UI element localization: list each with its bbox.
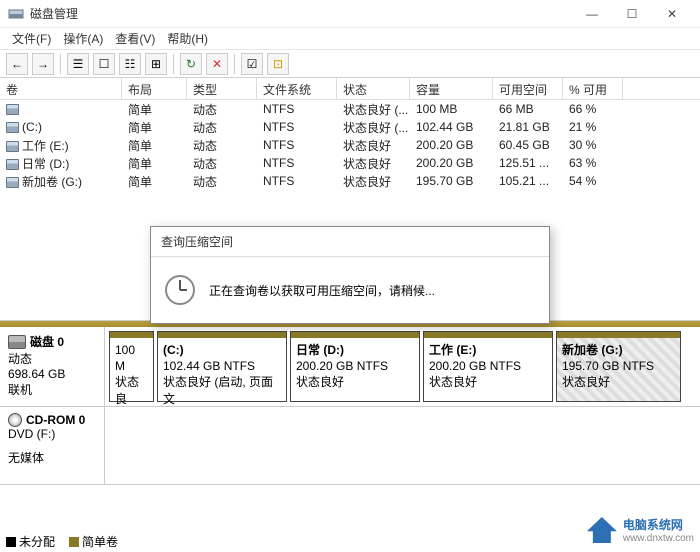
watermark-logo-icon: [587, 517, 617, 543]
menu-help[interactable]: 帮助(H): [161, 28, 214, 49]
volume-list: 卷 布局 类型 文件系统 状态 容量 可用空间 % 可用 简单动态NTFS状态良…: [0, 78, 700, 190]
disk0-type: 动态: [8, 350, 96, 367]
delete-button[interactable]: ✕: [206, 53, 228, 75]
forward-button[interactable]: →: [32, 53, 54, 75]
menu-bar: 文件(F) 操作(A) 查看(V) 帮助(H): [0, 28, 700, 50]
disk0-size: 698.64 GB: [8, 367, 96, 381]
toolbar-btn-4[interactable]: ⊞: [145, 53, 167, 75]
close-button[interactable]: ✕: [652, 0, 692, 28]
menu-action[interactable]: 操作(A): [57, 28, 109, 49]
volume-list-header: 卷 布局 类型 文件系统 状态 容量 可用空间 % 可用: [0, 78, 700, 100]
dialog-message: 正在查询卷以获取可用压缩空间，请稍候...: [209, 282, 435, 299]
minimize-button[interactable]: —: [572, 0, 612, 28]
partition-c[interactable]: (C:)102.44 GB NTFS状态良好 (启动, 页面文: [157, 331, 287, 402]
toolbar-btn-3[interactable]: ☷: [119, 53, 141, 75]
partition-e[interactable]: 工作 (E:)200.20 GB NTFS状态良好: [423, 331, 553, 402]
partition-0[interactable]: 100 M状态良: [109, 331, 154, 402]
table-row[interactable]: (C:)简单动态NTFS状态良好 (...102.44 GB21.81 GB21…: [0, 118, 700, 136]
legend: 未分配 简单卷: [6, 533, 118, 550]
menu-file[interactable]: 文件(F): [6, 28, 57, 49]
col-capacity[interactable]: 容量: [410, 78, 493, 99]
help-button[interactable]: ⊡: [267, 53, 289, 75]
query-shrink-dialog: 查询压缩空间 正在查询卷以获取可用压缩空间，请稍候...: [150, 226, 550, 324]
partition-d[interactable]: 日常 (D:)200.20 GB NTFS状态良好: [290, 331, 420, 402]
watermark: 电脑系统网 www.dnxtw.com: [587, 516, 694, 544]
col-free[interactable]: 可用空间: [493, 78, 563, 99]
app-icon: [8, 6, 24, 22]
col-fs[interactable]: 文件系统: [257, 78, 337, 99]
disk0-label: 磁盘 0: [30, 335, 64, 349]
menu-view[interactable]: 查看(V): [109, 28, 161, 49]
table-row[interactable]: 新加卷 (G:)简单动态NTFS状态良好195.70 GB105.21 ...5…: [0, 172, 700, 190]
toolbar-btn-2[interactable]: ☐: [93, 53, 115, 75]
col-pct[interactable]: % 可用: [563, 78, 623, 99]
disk0-state: 联机: [8, 381, 96, 398]
cdrom-label: CD-ROM 0: [26, 413, 85, 427]
cdrom-sub: DVD (F:): [8, 427, 96, 441]
table-row[interactable]: 工作 (E:)简单动态NTFS状态良好200.20 GB60.45 GB30 %: [0, 136, 700, 154]
col-type[interactable]: 类型: [187, 78, 257, 99]
table-row[interactable]: 简单动态NTFS状态良好 (...100 MB66 MB66 %: [0, 100, 700, 118]
clock-icon: [165, 275, 195, 305]
toolbar: ← → ☰ ☐ ☷ ⊞ ↻ ✕ ☑ ⊡: [0, 50, 700, 78]
dialog-title: 查询压缩空间: [151, 227, 549, 257]
partition-g[interactable]: 新加卷 (G:)195.70 GB NTFS状态良好: [556, 331, 681, 402]
back-button[interactable]: ←: [6, 53, 28, 75]
table-row[interactable]: 日常 (D:)简单动态NTFS状态良好200.20 GB125.51 ...63…: [0, 154, 700, 172]
cdrom-nomedia: 无媒体: [8, 449, 96, 466]
col-status[interactable]: 状态: [337, 78, 410, 99]
toolbar-btn-1[interactable]: ☰: [67, 53, 89, 75]
refresh-button[interactable]: ↻: [180, 53, 202, 75]
properties-button[interactable]: ☑: [241, 53, 263, 75]
disk-icon: [8, 335, 26, 349]
col-layout[interactable]: 布局: [122, 78, 187, 99]
col-volume[interactable]: 卷: [0, 78, 122, 99]
maximize-button[interactable]: ☐: [612, 0, 652, 28]
cdrom-icon: [8, 413, 22, 427]
window-title: 磁盘管理: [30, 5, 572, 22]
